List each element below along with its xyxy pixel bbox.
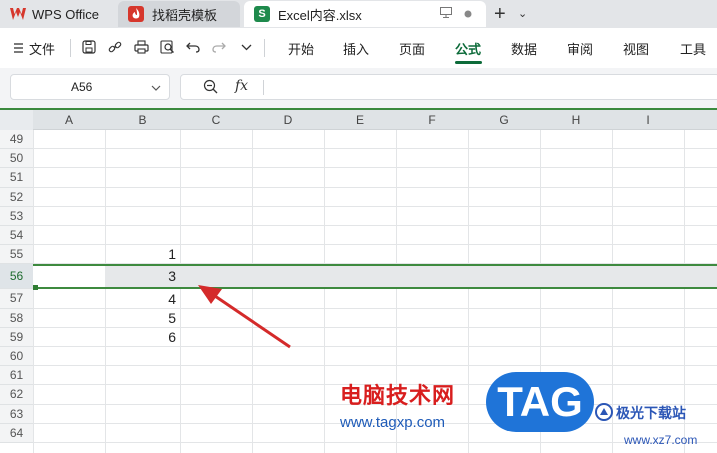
watermark-site-url: www.xz7.com	[624, 433, 698, 447]
wps-window: WPS Office 找稻壳模板 S Excel内容.xlsx + ⌄ 文件 开…	[0, 0, 717, 453]
xz7-logo-icon	[595, 403, 613, 421]
watermark-tag-badge: TAG	[486, 372, 594, 432]
watermark-text: 电脑技术网	[340, 383, 456, 408]
watermark-site-name: 极光下载站	[616, 405, 686, 421]
watermark-url: www.tagxp.com	[340, 414, 446, 431]
